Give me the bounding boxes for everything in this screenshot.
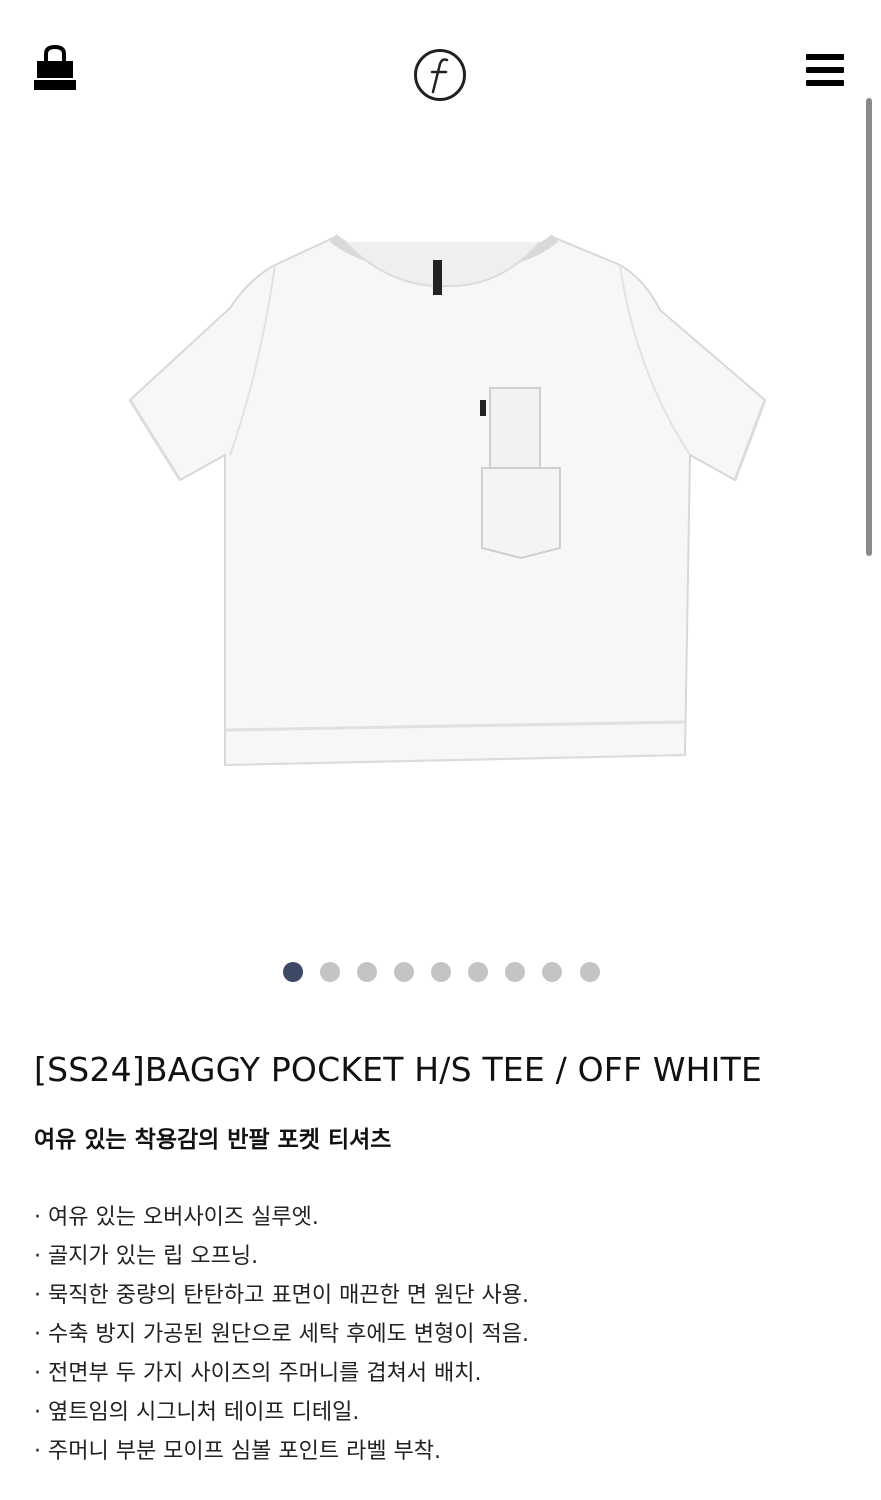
pagination-dot[interactable] bbox=[431, 962, 451, 982]
feature-item: 여유 있는 오버사이즈 실루엣. bbox=[34, 1198, 529, 1237]
feature-item: 옆트임의 시그니처 테이프 디테일. bbox=[34, 1393, 529, 1432]
pagination-dot[interactable] bbox=[357, 962, 377, 982]
feature-item: 주머니 부분 모이프 심볼 포인트 라벨 부착. bbox=[34, 1432, 529, 1471]
product-title: [SS24]BAGGY POCKET H/S TEE / OFF WHITE bbox=[34, 1050, 763, 1089]
pagination-dot[interactable] bbox=[283, 962, 303, 982]
feature-item: 묵직한 중량의 탄탄하고 표면이 매끈한 면 원단 사용. bbox=[34, 1276, 529, 1315]
feature-item: 전면부 두 가지 사이즈의 주머니를 겹쳐서 배치. bbox=[34, 1354, 529, 1393]
feature-item: 수축 방지 가공된 원단으로 세탁 후에도 변형이 적음. bbox=[34, 1315, 529, 1354]
pagination-dot[interactable] bbox=[468, 962, 488, 982]
shopping-bag-icon[interactable] bbox=[32, 44, 78, 92]
pagination-dot[interactable] bbox=[320, 962, 340, 982]
header bbox=[0, 0, 881, 150]
feature-item: 골지가 있는 립 오프닝. bbox=[34, 1237, 529, 1276]
pagination-dot[interactable] bbox=[580, 962, 600, 982]
hamburger-menu-icon[interactable] bbox=[806, 53, 844, 87]
brand-logo-icon[interactable] bbox=[413, 48, 467, 102]
pagination-dot[interactable] bbox=[394, 962, 414, 982]
feature-list: 여유 있는 오버사이즈 실루엣. 골지가 있는 립 오프닝. 묵직한 중량의 탄… bbox=[34, 1198, 529, 1471]
image-pagination bbox=[0, 958, 881, 986]
pagination-dot[interactable] bbox=[542, 962, 562, 982]
product-image[interactable] bbox=[100, 210, 790, 800]
scrollbar[interactable] bbox=[866, 98, 872, 556]
product-subtitle: 여유 있는 착용감의 반팔 포켓 티셔츠 bbox=[34, 1127, 392, 1153]
pagination-dot[interactable] bbox=[505, 962, 525, 982]
